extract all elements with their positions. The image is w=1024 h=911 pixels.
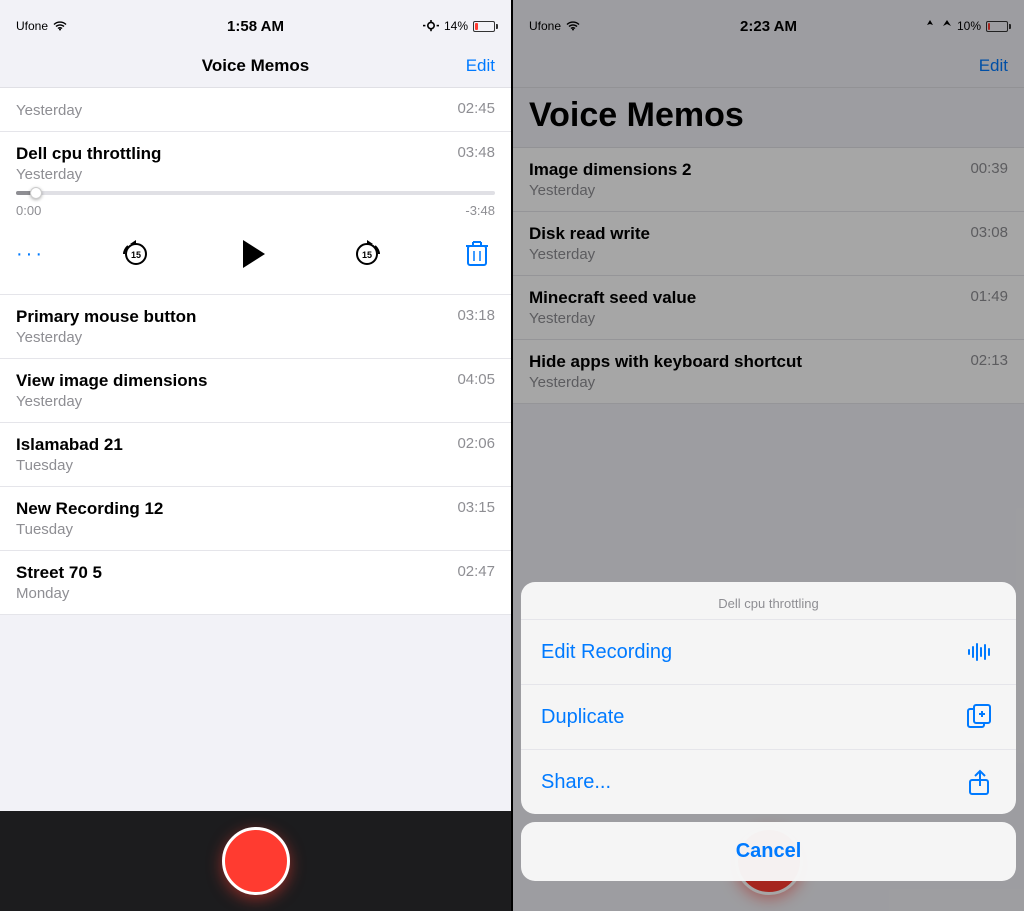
list-item[interactable]: Street 70 5 Monday 02:47 <box>0 551 511 615</box>
progress-dot <box>30 187 42 199</box>
cutoff-date: Yesterday <box>16 102 82 119</box>
waveform-icon <box>964 636 996 668</box>
memo-list-left: Yesterday 02:45 Dell cpu throttling Yest… <box>0 88 511 811</box>
rewind-button[interactable]: 15 <box>118 236 154 272</box>
location-icon-left <box>423 20 439 32</box>
nav-title-left: Voice Memos <box>202 56 309 76</box>
list-item[interactable]: Islamabad 21 Tuesday 02:06 <box>0 423 511 487</box>
cancel-button[interactable]: Cancel <box>521 822 1016 881</box>
expanded-duration: 03:48 <box>457 144 495 161</box>
memo-title-1: View image dimensions <box>16 371 207 391</box>
memo-dur-1: 04:05 <box>457 371 495 388</box>
carrier-left: Ufone <box>16 19 48 33</box>
list-item-expanded[interactable]: Dell cpu throttling Yesterday 03:48 0:00… <box>0 132 511 295</box>
duplicate-icon <box>964 701 996 733</box>
time-left: 1:58 AM <box>227 18 284 35</box>
memo-dur-3: 03:15 <box>457 499 495 516</box>
action-sheet-overlay[interactable]: Dell cpu throttling Edit Recording <box>513 0 1024 911</box>
options-button[interactable]: ··· <box>16 243 45 266</box>
list-item-cutoff[interactable]: Yesterday 02:45 <box>0 88 511 132</box>
memo-date-1: Yesterday <box>16 393 207 410</box>
memo-dur-2: 02:06 <box>457 435 495 452</box>
play-button[interactable] <box>228 230 276 278</box>
nav-bar-left: Voice Memos Edit <box>0 44 511 88</box>
svg-text:15: 15 <box>131 250 141 260</box>
record-button-left[interactable] <box>222 827 290 895</box>
list-item[interactable]: New Recording 12 Tuesday 03:15 <box>0 487 511 551</box>
battery-icon-left <box>473 21 495 32</box>
play-icon <box>243 240 265 268</box>
action-sheet-edit-recording[interactable]: Edit Recording <box>521 620 1016 685</box>
time-remaining: -3:48 <box>465 203 495 218</box>
record-bar-left <box>0 811 511 911</box>
svg-text:15: 15 <box>362 250 372 260</box>
action-sheet-duplicate[interactable]: Duplicate <box>521 685 1016 750</box>
share-icon <box>964 766 996 798</box>
trash-icon <box>465 240 489 268</box>
action-sheet-cancel-group: Cancel <box>521 822 1016 881</box>
action-sheet-title: Dell cpu throttling <box>521 582 1016 620</box>
edit-button-left[interactable]: Edit <box>466 56 495 76</box>
memo-title-3: New Recording 12 <box>16 499 163 519</box>
cancel-label: Cancel <box>736 840 802 863</box>
list-item[interactable]: Primary mouse button Yesterday 03:18 <box>0 295 511 359</box>
duplicate-label: Duplicate <box>541 706 624 729</box>
list-item[interactable]: View image dimensions Yesterday 04:05 <box>0 359 511 423</box>
memo-title-4: Street 70 5 <box>16 563 102 583</box>
expanded-date: Yesterday <box>16 166 161 183</box>
memo-date-3: Tuesday <box>16 521 163 538</box>
status-left-info: Ufone <box>16 19 68 33</box>
memo-dur-0: 03:18 <box>457 307 495 324</box>
expanded-title: Dell cpu throttling <box>16 144 161 164</box>
edit-recording-label: Edit Recording <box>541 641 672 664</box>
player-controls: ··· 15 <box>16 226 495 286</box>
memo-title-0: Primary mouse button <box>16 307 196 327</box>
rewind-icon: 15 <box>120 238 152 270</box>
memo-date-2: Tuesday <box>16 457 123 474</box>
status-right-info-left: 14% <box>423 19 495 33</box>
cutoff-duration: 02:45 <box>457 100 495 117</box>
share-label: Share... <box>541 771 611 794</box>
action-sheet-share[interactable]: Share... <box>521 750 1016 814</box>
battery-pct-left: 14% <box>444 19 468 33</box>
status-bar-left: Ufone 1:58 AM 14% <box>0 0 511 44</box>
progress-bar[interactable] <box>16 191 495 195</box>
delete-button[interactable] <box>459 236 495 272</box>
memo-title-2: Islamabad 21 <box>16 435 123 455</box>
action-sheet-group: Dell cpu throttling Edit Recording <box>521 582 1016 814</box>
player-section: 0:00 -3:48 ··· 15 <box>16 191 495 286</box>
forward-button[interactable]: 15 <box>349 236 385 272</box>
memo-date-0: Yesterday <box>16 329 196 346</box>
memo-dur-4: 02:47 <box>457 563 495 580</box>
action-sheet: Dell cpu throttling Edit Recording <box>513 574 1024 911</box>
forward-icon: 15 <box>351 238 383 270</box>
time-elapsed: 0:00 <box>16 203 41 218</box>
memo-date-4: Monday <box>16 585 102 602</box>
wifi-icon-left <box>52 20 68 32</box>
